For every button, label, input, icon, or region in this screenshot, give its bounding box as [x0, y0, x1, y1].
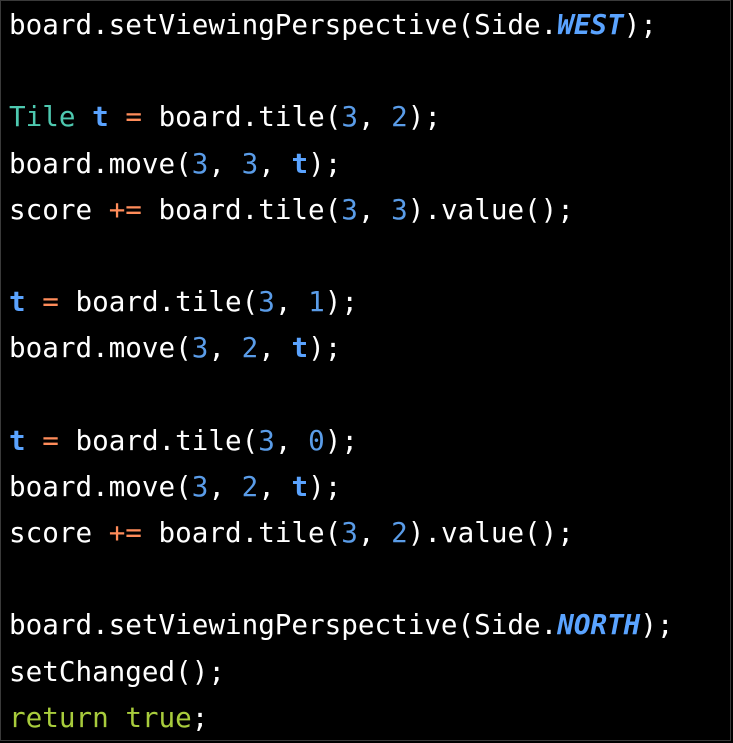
number-token: 3: [191, 469, 209, 503]
code-text: board.setViewingPerspective(Side.: [9, 608, 558, 642]
code-text: ,: [258, 331, 292, 365]
code-line[interactable]: setChanged();: [9, 649, 730, 695]
variable-token: t: [291, 331, 309, 365]
operator-token: +=: [108, 192, 142, 226]
code-text: ,: [274, 285, 309, 319]
code-text: board.move(: [9, 331, 192, 365]
code-text: score: [9, 192, 109, 226]
code-line[interactable]: Tile t = board.tile(3, 2);: [9, 94, 730, 140]
code-line[interactable]: board.setViewingPerspective(Side.WEST);: [9, 2, 730, 48]
number-token: 3: [341, 516, 358, 550]
code-line[interactable]: return true;: [9, 695, 730, 741]
code-text: ).value();: [407, 192, 574, 226]
variable-token: t: [92, 100, 109, 134]
constant-token: WEST: [557, 8, 624, 41]
code-text: board.tile(: [141, 516, 342, 550]
code-text: score: [9, 516, 109, 550]
constant-token: NORTH: [557, 608, 641, 642]
code-text: ,: [357, 100, 392, 134]
code-text: );: [407, 100, 442, 134]
number-token: 3: [191, 331, 209, 365]
blank-line[interactable]: [9, 48, 730, 94]
code-text: );: [324, 285, 358, 319]
number-token: 2: [241, 331, 259, 365]
number-token: 3: [341, 100, 358, 134]
code-text: setChanged();: [9, 654, 225, 688]
code-text: ,: [208, 146, 242, 180]
code-line[interactable]: board.move(3, 3, t);: [9, 141, 730, 187]
variable-token: t: [9, 285, 26, 319]
keyword-token: true: [125, 700, 192, 734]
operator-token: =: [42, 423, 59, 457]
code-text: );: [640, 608, 674, 642]
code-text: ,: [274, 423, 309, 457]
code-text: board.setViewingPerspective(Side.: [9, 8, 558, 41]
number-token: 0: [308, 423, 325, 457]
code-text: board.tile(: [58, 423, 259, 457]
type-token: Tile: [9, 100, 76, 134]
variable-token: t: [9, 423, 26, 457]
code-block[interactable]: board.setViewingPerspective(Side.WEST); …: [9, 2, 730, 741]
code-text: board.move(: [9, 146, 192, 180]
number-token: 3: [341, 192, 358, 226]
code-editor[interactable]: board.setViewingPerspective(Side.WEST); …: [0, 0, 731, 741]
number-token: 3: [258, 285, 275, 319]
code-text: ).value();: [407, 516, 574, 550]
code-line[interactable]: t = board.tile(3, 1);: [9, 279, 730, 325]
operator-token: =: [42, 285, 59, 319]
code-text: );: [308, 469, 342, 503]
number-token: 3: [241, 146, 259, 180]
code-text: );: [308, 146, 342, 180]
number-token: 2: [391, 516, 408, 550]
variable-token: t: [291, 469, 309, 503]
code-text: );: [623, 8, 657, 41]
number-token: 3: [391, 192, 408, 226]
blank-line[interactable]: [9, 233, 730, 279]
code-text: );: [324, 423, 358, 457]
code-text: ,: [258, 469, 292, 503]
number-token: 3: [191, 146, 209, 180]
code-text: ;: [191, 700, 209, 734]
code-line[interactable]: board.move(3, 2, t);: [9, 464, 730, 510]
number-token: 2: [241, 469, 259, 503]
operator-token: +=: [108, 516, 142, 550]
operator-token: =: [125, 100, 142, 134]
code-text: );: [308, 331, 342, 365]
code-text: ,: [208, 469, 242, 503]
code-text: board.tile(: [141, 192, 342, 226]
keyword-token: return: [9, 700, 109, 734]
code-text: board.tile(: [141, 100, 342, 134]
code-line[interactable]: score += board.tile(3, 3).value();: [9, 187, 730, 233]
code-text: ,: [357, 516, 392, 550]
code-text: ,: [258, 146, 292, 180]
blank-line[interactable]: [9, 372, 730, 418]
code-line[interactable]: t = board.tile(3, 0);: [9, 418, 730, 464]
blank-line[interactable]: [9, 556, 730, 602]
number-token: 2: [391, 100, 408, 134]
code-line[interactable]: board.move(3, 2, t);: [9, 325, 730, 371]
code-text: ,: [357, 192, 392, 226]
number-token: 3: [258, 423, 275, 457]
code-line[interactable]: board.setViewingPerspective(Side.NORTH);: [9, 602, 730, 648]
code-line[interactable]: score += board.tile(3, 2).value();: [9, 510, 730, 556]
code-text: board.tile(: [58, 285, 259, 319]
code-text: ,: [208, 331, 242, 365]
code-text: board.move(: [9, 469, 192, 503]
number-token: 1: [308, 285, 325, 319]
variable-token: t: [291, 146, 309, 180]
